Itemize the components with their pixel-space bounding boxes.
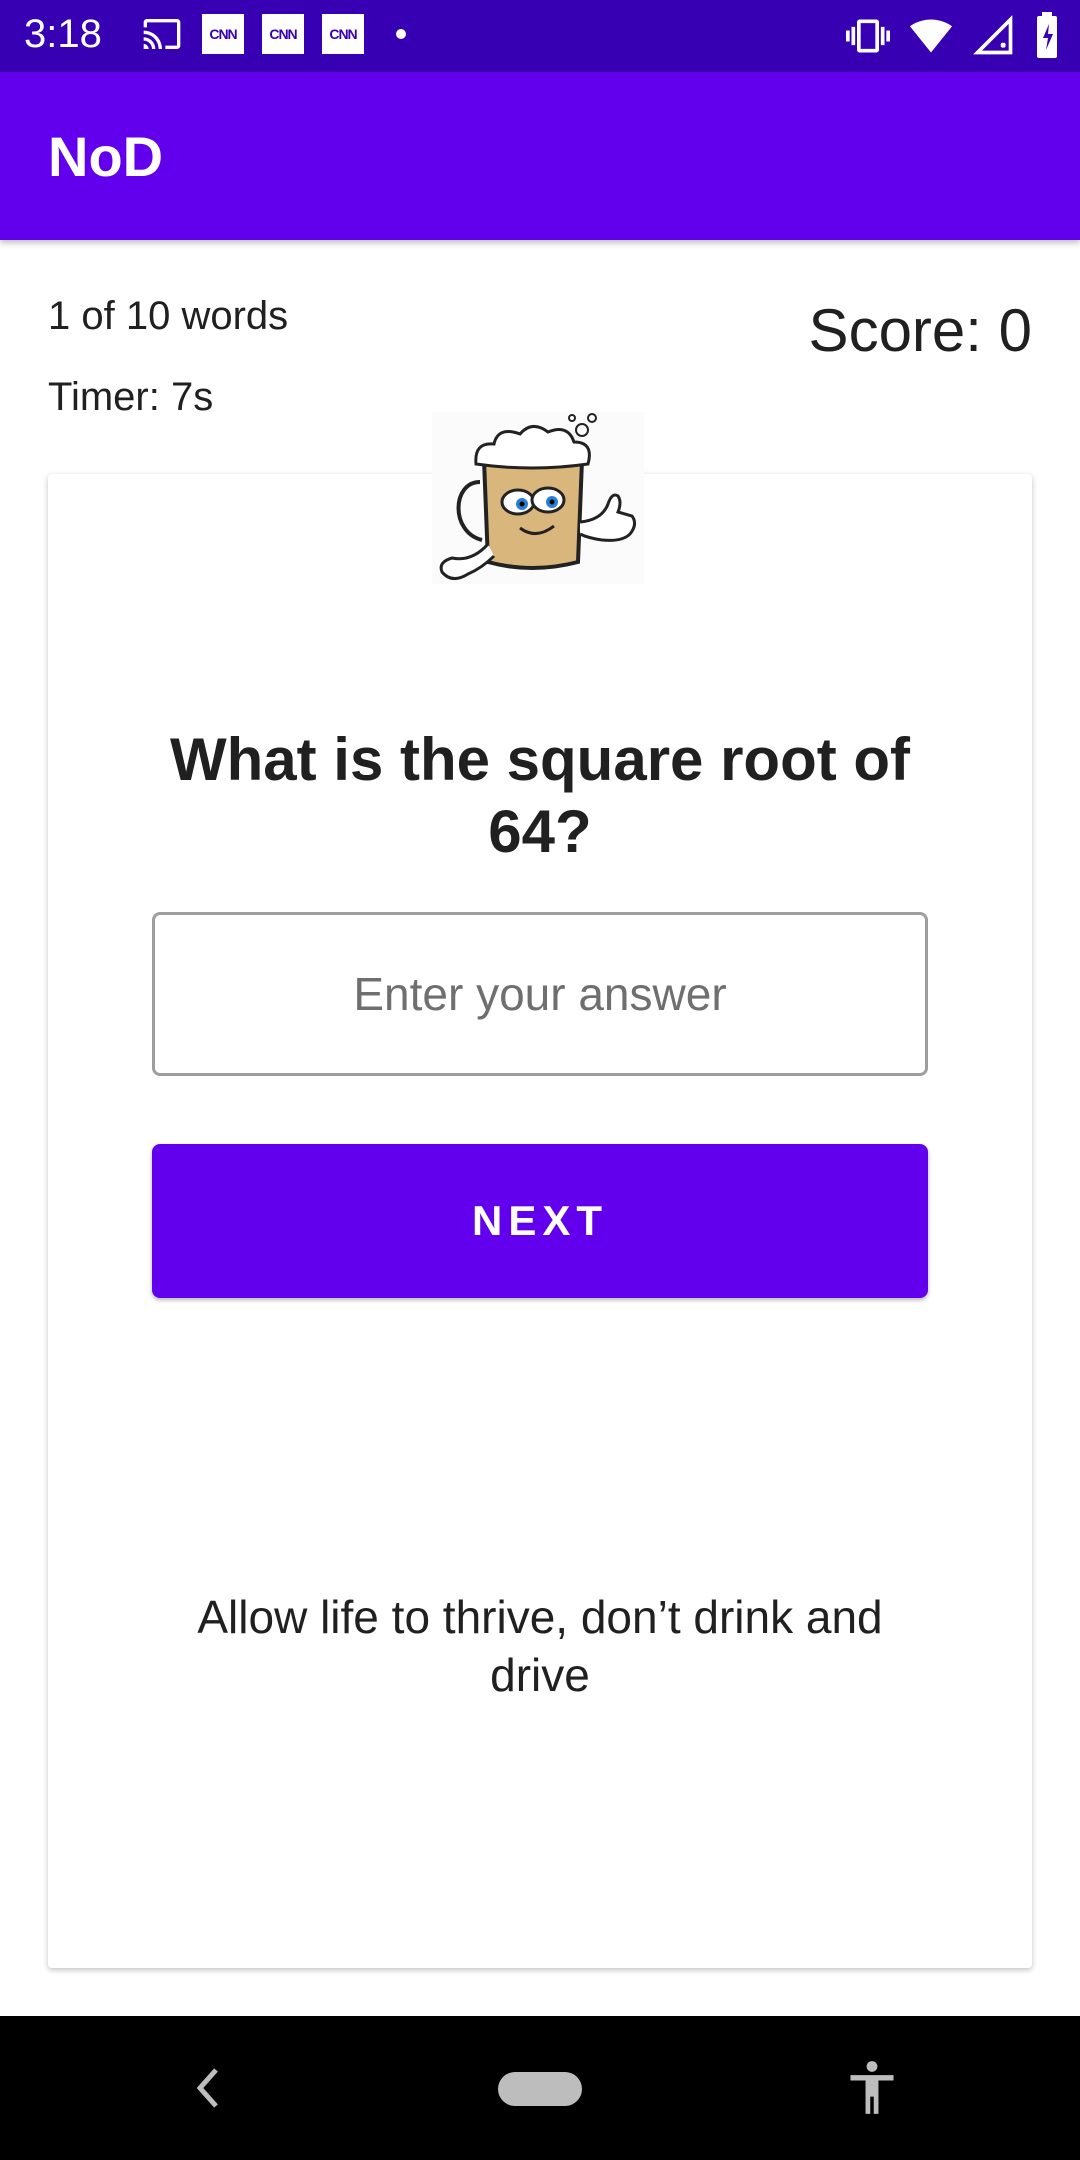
answer-input[interactable]: [152, 912, 928, 1076]
more-notifications-dot-icon: [396, 29, 406, 39]
cast-icon: [143, 19, 181, 49]
home-button[interactable]: [498, 2072, 582, 2106]
status-time: 3:18: [24, 12, 102, 56]
back-icon[interactable]: [190, 2062, 226, 2114]
battery-icon: [1037, 12, 1057, 58]
slogan-text: Allow life to thrive, don’t drink and dr…: [197, 1591, 883, 1701]
wifi-icon: [909, 19, 953, 53]
signal-icon: [973, 15, 1013, 55]
next-button[interactable]: NEXT: [152, 1144, 928, 1298]
app-title: NoD: [48, 125, 164, 188]
timer-label: Timer: 7s: [48, 375, 214, 419]
cnn-notification-icon: CNN: [202, 14, 244, 54]
question-text: What is the square root of 64?: [169, 726, 911, 865]
status-bar: 3:18 CNN CNN CNN: [0, 0, 1080, 72]
score-label: Score: 0: [808, 297, 1032, 364]
notification-icons: CNN CNN CNN: [140, 14, 406, 54]
app-bar: NoD: [0, 72, 1080, 240]
progress-counter: 1 of 10 words: [48, 294, 289, 338]
beer-mug-mascot-icon: [432, 412, 644, 584]
vibrate-icon: [846, 19, 890, 53]
cnn-notification-icon: CNN: [262, 14, 304, 54]
cnn-notification-icon: CNN: [322, 14, 364, 54]
accessibility-icon[interactable]: [846, 2060, 898, 2116]
navigation-bar: [0, 2016, 1080, 2160]
system-icons: [846, 12, 1060, 60]
